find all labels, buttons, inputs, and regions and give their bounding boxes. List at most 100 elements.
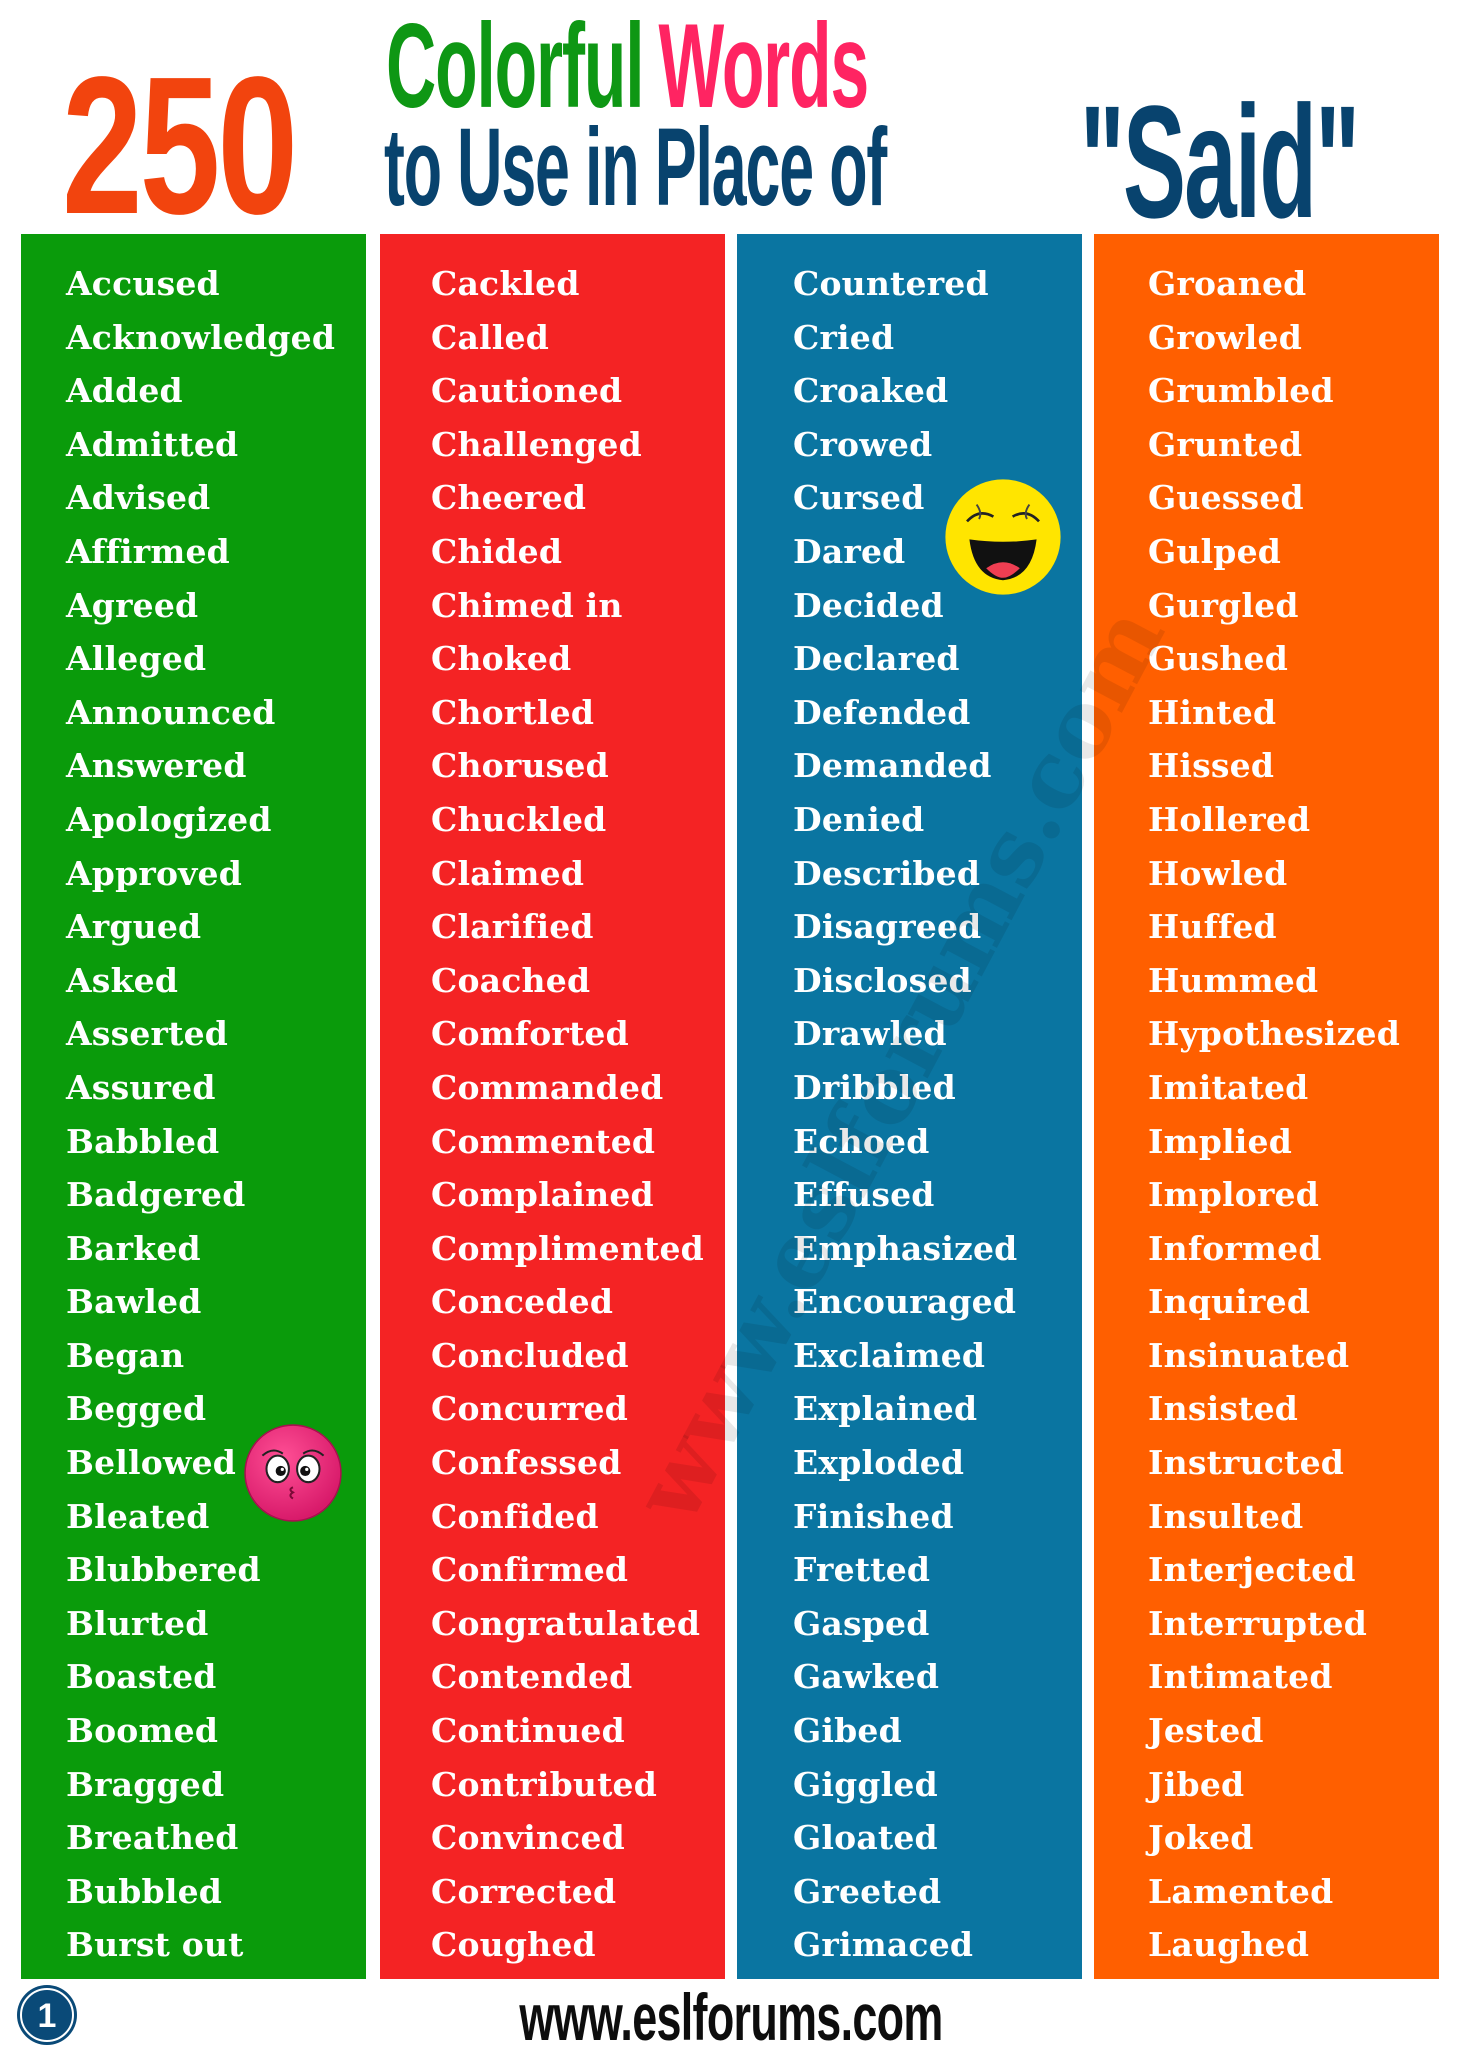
word-item: Argued: [66, 907, 202, 947]
title-said: "Said": [1080, 72, 1360, 251]
title-count: 250: [62, 36, 298, 255]
word-item: Congratulated: [431, 1603, 701, 1643]
word-item: Chimed in: [431, 585, 623, 625]
word-item: Acknowledged: [66, 317, 336, 357]
word-item: Alleged: [66, 639, 207, 679]
word-item: Denied: [793, 799, 925, 839]
word-item: Hollered: [1148, 799, 1311, 839]
word-item: Dribbled: [793, 1067, 956, 1107]
word-item: Gulped: [1148, 531, 1282, 571]
word-item: Grumbled: [1148, 371, 1334, 411]
word-item: Encouraged: [793, 1282, 1017, 1322]
word-item: Lamented: [1148, 1871, 1334, 1911]
word-item: Concluded: [431, 1335, 629, 1375]
word-item: Agreed: [66, 585, 199, 625]
word-item: Admitted: [66, 424, 239, 464]
word-item: Coughed: [431, 1925, 596, 1965]
word-item: Cautioned: [431, 371, 623, 411]
word-item: Intimated: [1148, 1657, 1333, 1697]
word-item: Drawled: [793, 1014, 947, 1054]
word-item: Defended: [793, 692, 971, 732]
word-column-g-l: Groaned Growled Grumbled Grunted Guessed Gulp…: [1094, 234, 1439, 1979]
laughing-face-yellow-icon: [945, 479, 1061, 595]
word-item: Hinted: [1148, 692, 1277, 732]
word-item: Gloated: [793, 1818, 938, 1858]
word-item: Hissed: [1148, 746, 1275, 786]
word-item: Conceded: [431, 1282, 614, 1322]
word-item: Assured: [66, 1067, 216, 1107]
word-item: Gawked: [793, 1657, 940, 1697]
word-item: Implored: [1148, 1175, 1320, 1215]
word-item: Disagreed: [793, 907, 982, 947]
title-line-2: to Use in Place of: [384, 106, 887, 229]
word-item: Corrected: [431, 1871, 617, 1911]
word-item: Cackled: [431, 264, 580, 303]
word-item: Added: [66, 371, 183, 411]
word-item: Bubbled: [66, 1871, 223, 1911]
word-item: Countered: [793, 264, 989, 303]
word-item: Jested: [1148, 1711, 1264, 1751]
word-item: Insisted: [1148, 1389, 1299, 1429]
word-item: Jibed: [1148, 1764, 1245, 1804]
word-item: Convinced: [431, 1818, 625, 1858]
word-item: Choked: [431, 639, 572, 679]
word-item: Boasted: [66, 1657, 217, 1697]
word-item: Exclaimed: [793, 1335, 986, 1375]
word-item: Blurted: [66, 1603, 209, 1643]
word-item: Groaned: [1148, 264, 1307, 303]
word-item: Chuckled: [431, 799, 607, 839]
word-item: Advised: [66, 478, 211, 518]
word-item: Croaked: [793, 371, 949, 411]
word-item: Laughed: [1148, 1925, 1310, 1965]
word-item: Announced: [66, 692, 276, 732]
word-item: Chorused: [431, 746, 609, 786]
kissing-face-pink-icon: [244, 1424, 342, 1522]
word-item: Echoed: [793, 1121, 930, 1161]
word-list: Cackled Called Cautioned Challenged Cheered C…: [431, 257, 704, 1972]
word-item: Clarified: [431, 907, 594, 947]
word-item: Gibed: [793, 1711, 902, 1751]
word-item: Greeted: [793, 1871, 942, 1911]
word-item: Bragged: [66, 1764, 225, 1804]
word-item: Cried: [793, 317, 895, 357]
word-item: Claimed: [431, 853, 585, 893]
word-item: Challenged: [431, 424, 642, 464]
word-item: Blubbered: [66, 1550, 261, 1590]
word-item: Called: [431, 317, 549, 357]
word-item: Demanded: [793, 746, 992, 786]
word-item: Informed: [1148, 1228, 1322, 1268]
word-item: Babbled: [66, 1121, 220, 1161]
word-item: Concurred: [431, 1389, 628, 1429]
word-item: Growled: [1148, 317, 1302, 357]
word-item: Chortled: [431, 692, 595, 732]
word-item: Crowed: [793, 424, 933, 464]
word-item: Interrupted: [1148, 1603, 1368, 1643]
word-item: Joked: [1148, 1818, 1254, 1858]
word-list: Accused Acknowledged Added Admitted Advised A…: [66, 257, 335, 1972]
word-item: Confessed: [431, 1443, 622, 1483]
word-item: Grunted: [1148, 424, 1303, 464]
word-column-c: Cackled Called Cautioned Challenged Cheered C…: [380, 234, 725, 1979]
word-item: Complained: [431, 1175, 654, 1215]
word-item: Howled: [1148, 853, 1288, 893]
word-item: Asserted: [66, 1014, 229, 1054]
word-item: Finished: [793, 1496, 954, 1536]
word-item: Gurgled: [1148, 585, 1299, 625]
word-item: Effused: [793, 1175, 935, 1215]
word-item: Imitated: [1148, 1067, 1309, 1107]
word-item: Disclosed: [793, 960, 972, 1000]
word-item: Boomed: [66, 1711, 219, 1751]
page-number-badge: 1: [17, 1985, 77, 2045]
word-item: Barked: [66, 1228, 201, 1268]
word-item: Accused: [66, 264, 220, 303]
word-item: Apologized: [66, 799, 272, 839]
word-list: Groaned Growled Grumbled Grunted Guessed Gulp…: [1148, 257, 1400, 1972]
word-item: Inquired: [1148, 1282, 1311, 1322]
word-item: Huffed: [1148, 907, 1277, 947]
page-number: 1: [38, 1997, 57, 2035]
word-item: Hypothesized: [1148, 1014, 1400, 1054]
word-item: Comforted: [431, 1014, 629, 1054]
word-item: Instructed: [1148, 1443, 1345, 1483]
footer-url[interactable]: www.eslforums.com: [519, 1984, 943, 2050]
word-item: Complimented: [431, 1228, 704, 1268]
